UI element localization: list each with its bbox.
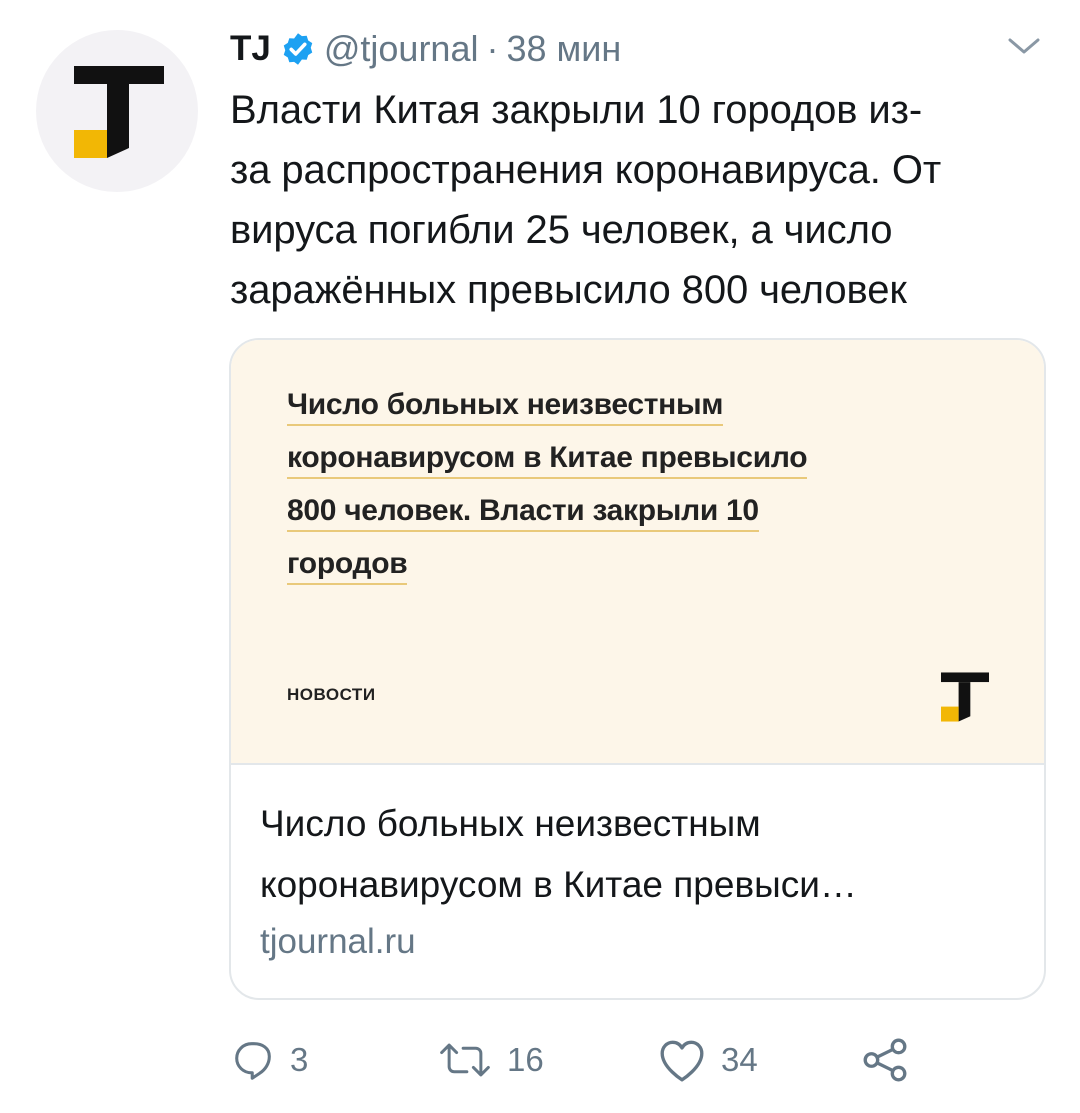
retweet-button[interactable]: 16: [437, 1030, 544, 1090]
reply-icon: [235, 1042, 271, 1080]
tweet-header: TJ @tjournal · 38 мин: [230, 24, 621, 74]
card-image-headline: Число больных неизвестным коронавирусом …: [287, 378, 947, 590]
card-title-line: коронавирусом в Китае превыси…: [260, 864, 857, 905]
card-title: Число больных неизвестным коронавирусом …: [260, 793, 1000, 915]
card-image-headline-line: коронавирусом в Китае превысило: [287, 441, 808, 479]
card-category-label: НОВОСТИ: [287, 685, 376, 704]
card-divider: [231, 763, 1044, 765]
tweet-text-line: за распространения коронавируса. От: [230, 148, 942, 192]
chevron-down-icon[interactable]: [1006, 34, 1042, 58]
card-image: Число больных неизвестным коронавирусом …: [231, 340, 1044, 763]
tweet-text-line: заражённых превысило 800 человек: [230, 268, 907, 312]
retweet-icon: [440, 1043, 490, 1077]
tweet-text-line: Власти Китая закрыли 10 городов из-: [230, 88, 923, 132]
tweet-text: Власти Китая закрыли 10 городов из- за р…: [230, 80, 1070, 320]
card-image-headline-line: 800 человек. Власти закрыли 10: [287, 494, 759, 532]
share-button[interactable]: [860, 1030, 910, 1090]
tweet-actions: 3 16 34: [230, 1030, 1050, 1090]
link-card[interactable]: Число больных неизвестным коронавирусом …: [229, 338, 1046, 1000]
reply-count: 3: [290, 1041, 309, 1078]
retweet-count: 16: [507, 1041, 544, 1078]
tj-logo-icon: [74, 66, 164, 158]
share-icon: [863, 1038, 907, 1082]
avatar[interactable]: [36, 30, 198, 192]
reply-button[interactable]: 3: [230, 1030, 308, 1090]
separator-dot: ·: [486, 28, 499, 69]
author-name[interactable]: TJ: [230, 29, 271, 69]
card-domain: tjournal.ru: [260, 922, 416, 961]
like-count: 34: [721, 1041, 758, 1078]
tweet-timestamp[interactable]: 38 мин: [506, 28, 621, 70]
tj-logo-icon: [941, 672, 989, 722]
tweet-text-line: вируса погибли 25 человек, а число: [230, 208, 893, 252]
author-handle[interactable]: @tjournal: [324, 28, 479, 70]
like-button[interactable]: 34: [657, 1030, 758, 1090]
card-image-headline-line: Число больных неизвестным: [287, 388, 724, 426]
verified-badge-icon: [280, 31, 316, 67]
card-image-headline-line: городов: [287, 547, 408, 585]
card-title-line: Число больных неизвестным: [260, 803, 761, 844]
like-icon: [660, 1040, 704, 1082]
